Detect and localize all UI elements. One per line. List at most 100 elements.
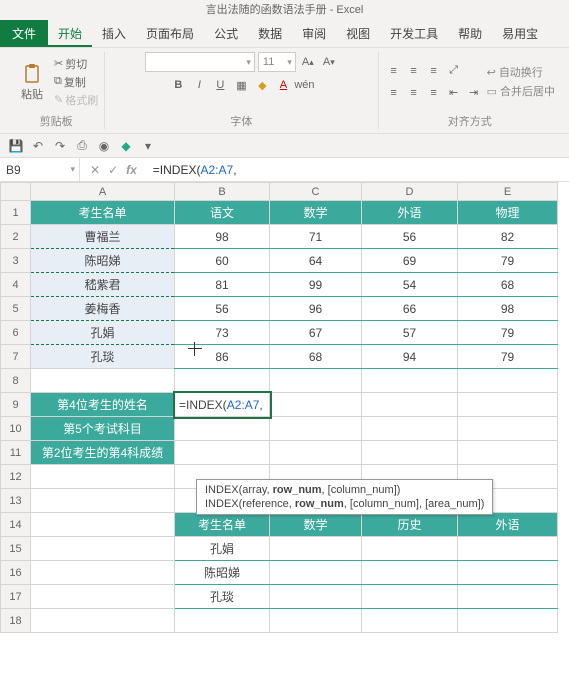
formula-input[interactable]: =INDEX(A2:A7,: [147, 163, 569, 177]
col-header[interactable]: B: [175, 183, 270, 201]
cell[interactable]: [270, 561, 362, 585]
align-middle-button[interactable]: ≡: [405, 62, 423, 80]
cell[interactable]: 73: [175, 321, 270, 345]
fill-color-button[interactable]: ◆: [253, 76, 271, 94]
row-header[interactable]: 8: [1, 369, 31, 393]
undo-button[interactable]: ↶: [30, 138, 46, 154]
cancel-icon[interactable]: ✕: [90, 163, 100, 177]
print-button[interactable]: ⎙: [74, 138, 90, 154]
cell[interactable]: [362, 393, 458, 417]
cell[interactable]: [31, 537, 175, 561]
cell[interactable]: 68: [270, 345, 362, 369]
cell[interactable]: 56: [362, 225, 458, 249]
row-header[interactable]: 7: [1, 345, 31, 369]
cell[interactable]: [175, 369, 270, 393]
cell[interactable]: 68: [458, 273, 558, 297]
indent-dec-button[interactable]: ⇤: [445, 84, 463, 102]
indent-inc-button[interactable]: ⇥: [465, 84, 483, 102]
active-cell[interactable]: =INDEX(A2:A7,: [175, 393, 270, 417]
cell[interactable]: 第5个考试科目: [31, 417, 175, 441]
cell[interactable]: [362, 561, 458, 585]
cell[interactable]: 64: [270, 249, 362, 273]
qat-customize-button[interactable]: ▾: [140, 138, 156, 154]
tab-data[interactable]: 数据: [248, 20, 292, 47]
cell[interactable]: 96: [270, 297, 362, 321]
cell[interactable]: 98: [175, 225, 270, 249]
cell[interactable]: 外语: [362, 201, 458, 225]
cell[interactable]: [458, 537, 558, 561]
cell[interactable]: 考生名单: [31, 201, 175, 225]
cell[interactable]: 82: [458, 225, 558, 249]
cell[interactable]: [270, 393, 362, 417]
col-header[interactable]: D: [362, 183, 458, 201]
enter-icon[interactable]: ✓: [108, 163, 118, 177]
cell[interactable]: [31, 513, 175, 537]
font-size-dropdown[interactable]: 11: [258, 52, 296, 72]
copy-button[interactable]: ⧉复制: [54, 74, 98, 90]
border-button[interactable]: ▦: [232, 76, 250, 94]
shrink-font-button[interactable]: A▾: [320, 53, 338, 71]
col-header[interactable]: A: [31, 183, 175, 201]
bold-button[interactable]: B: [169, 76, 187, 94]
row-header[interactable]: 5: [1, 297, 31, 321]
row-header[interactable]: 6: [1, 321, 31, 345]
row-header[interactable]: 11: [1, 441, 31, 465]
cell[interactable]: [31, 609, 175, 633]
cell[interactable]: [31, 585, 175, 609]
tab-insert[interactable]: 插入: [92, 20, 136, 47]
cell[interactable]: [362, 609, 458, 633]
row-header[interactable]: 4: [1, 273, 31, 297]
align-center-button[interactable]: ≡: [405, 84, 423, 102]
tab-dev[interactable]: 开发工具: [380, 20, 448, 47]
cell[interactable]: [458, 417, 558, 441]
cell[interactable]: [362, 585, 458, 609]
col-header[interactable]: E: [458, 183, 558, 201]
font-name-dropdown[interactable]: [145, 52, 255, 72]
cell[interactable]: 孔娟: [175, 537, 270, 561]
cell[interactable]: 79: [458, 321, 558, 345]
worksheet[interactable]: A B C D E 1 考生名单 语文 数学 外语 物理 2曹福兰9871568…: [0, 182, 569, 633]
cell[interactable]: 曹福兰: [31, 225, 175, 249]
cell[interactable]: 陈昭娣: [31, 249, 175, 273]
cell[interactable]: 71: [270, 225, 362, 249]
cell[interactable]: 66: [362, 297, 458, 321]
underline-button[interactable]: U: [211, 76, 229, 94]
cell[interactable]: [175, 609, 270, 633]
tab-help[interactable]: 帮助: [448, 20, 492, 47]
cell[interactable]: 57: [362, 321, 458, 345]
row-header[interactable]: 13: [1, 489, 31, 513]
cell[interactable]: [31, 489, 175, 513]
cell[interactable]: 99: [270, 273, 362, 297]
col-header[interactable]: C: [270, 183, 362, 201]
cell[interactable]: 陈昭娣: [175, 561, 270, 585]
cell[interactable]: 数学: [270, 201, 362, 225]
cell[interactable]: 56: [175, 297, 270, 321]
cell[interactable]: [362, 537, 458, 561]
redo-button[interactable]: ↷: [52, 138, 68, 154]
select-all-corner[interactable]: [1, 183, 31, 201]
cell[interactable]: [362, 441, 458, 465]
cell[interactable]: [270, 537, 362, 561]
cell[interactable]: 79: [458, 249, 558, 273]
cell[interactable]: [31, 561, 175, 585]
cell[interactable]: 孔琰: [31, 345, 175, 369]
cell[interactable]: [270, 441, 362, 465]
cell[interactable]: 语文: [175, 201, 270, 225]
cell[interactable]: 姜梅香: [31, 297, 175, 321]
row-header[interactable]: 2: [1, 225, 31, 249]
cell[interactable]: 孔娟: [31, 321, 175, 345]
cell[interactable]: [31, 369, 175, 393]
cell[interactable]: 98: [458, 297, 558, 321]
cell[interactable]: [270, 417, 362, 441]
cell[interactable]: 81: [175, 273, 270, 297]
cut-button[interactable]: ✂剪切: [54, 56, 98, 72]
cell[interactable]: 79: [458, 345, 558, 369]
row-header[interactable]: 12: [1, 465, 31, 489]
row-header[interactable]: 3: [1, 249, 31, 273]
cell[interactable]: 嵇紫君: [31, 273, 175, 297]
cell[interactable]: 67: [270, 321, 362, 345]
cell[interactable]: 孔琰: [175, 585, 270, 609]
cell[interactable]: 数学: [270, 513, 362, 537]
cell[interactable]: [458, 441, 558, 465]
phonetic-button[interactable]: wén: [295, 76, 313, 94]
